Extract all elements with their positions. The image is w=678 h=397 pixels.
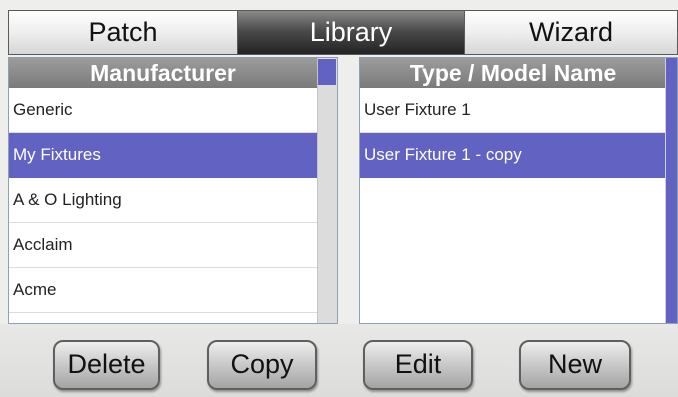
manufacturer-scrollbar[interactable] bbox=[317, 58, 337, 323]
model-scrollbar[interactable] bbox=[665, 58, 677, 323]
model-column-header: Type / Model Name bbox=[360, 58, 666, 88]
new-button[interactable]: New bbox=[519, 340, 631, 390]
list-item[interactable]: Generic bbox=[9, 88, 317, 133]
list-item[interactable]: Acclaim bbox=[9, 223, 317, 268]
list-item[interactable]: User Fixture 1 bbox=[360, 88, 666, 133]
manufacturer-scroll-thumb[interactable] bbox=[318, 59, 336, 85]
edit-button[interactable]: Edit bbox=[363, 340, 473, 390]
tab-wizard[interactable]: Wizard bbox=[464, 10, 678, 55]
model-list: Type / Model Name User Fixture 1 User Fi… bbox=[359, 57, 678, 324]
tab-patch[interactable]: Patch bbox=[8, 10, 238, 55]
tab-library[interactable]: Library bbox=[237, 10, 465, 55]
delete-button[interactable]: Delete bbox=[53, 340, 160, 390]
model-scroll-thumb[interactable] bbox=[666, 58, 677, 323]
manufacturer-column-header: Manufacturer bbox=[9, 58, 317, 88]
copy-button[interactable]: Copy bbox=[207, 340, 317, 390]
list-item-selected[interactable]: My Fixtures bbox=[9, 133, 317, 178]
list-item[interactable]: A & O Lighting bbox=[9, 178, 317, 223]
tab-bar: Patch Library Wizard bbox=[0, 0, 678, 55]
list-item[interactable]: Acme bbox=[9, 268, 317, 313]
manufacturer-list: Manufacturer Generic My Fixtures A & O L… bbox=[8, 57, 338, 324]
list-item-selected[interactable]: User Fixture 1 - copy bbox=[360, 133, 666, 178]
